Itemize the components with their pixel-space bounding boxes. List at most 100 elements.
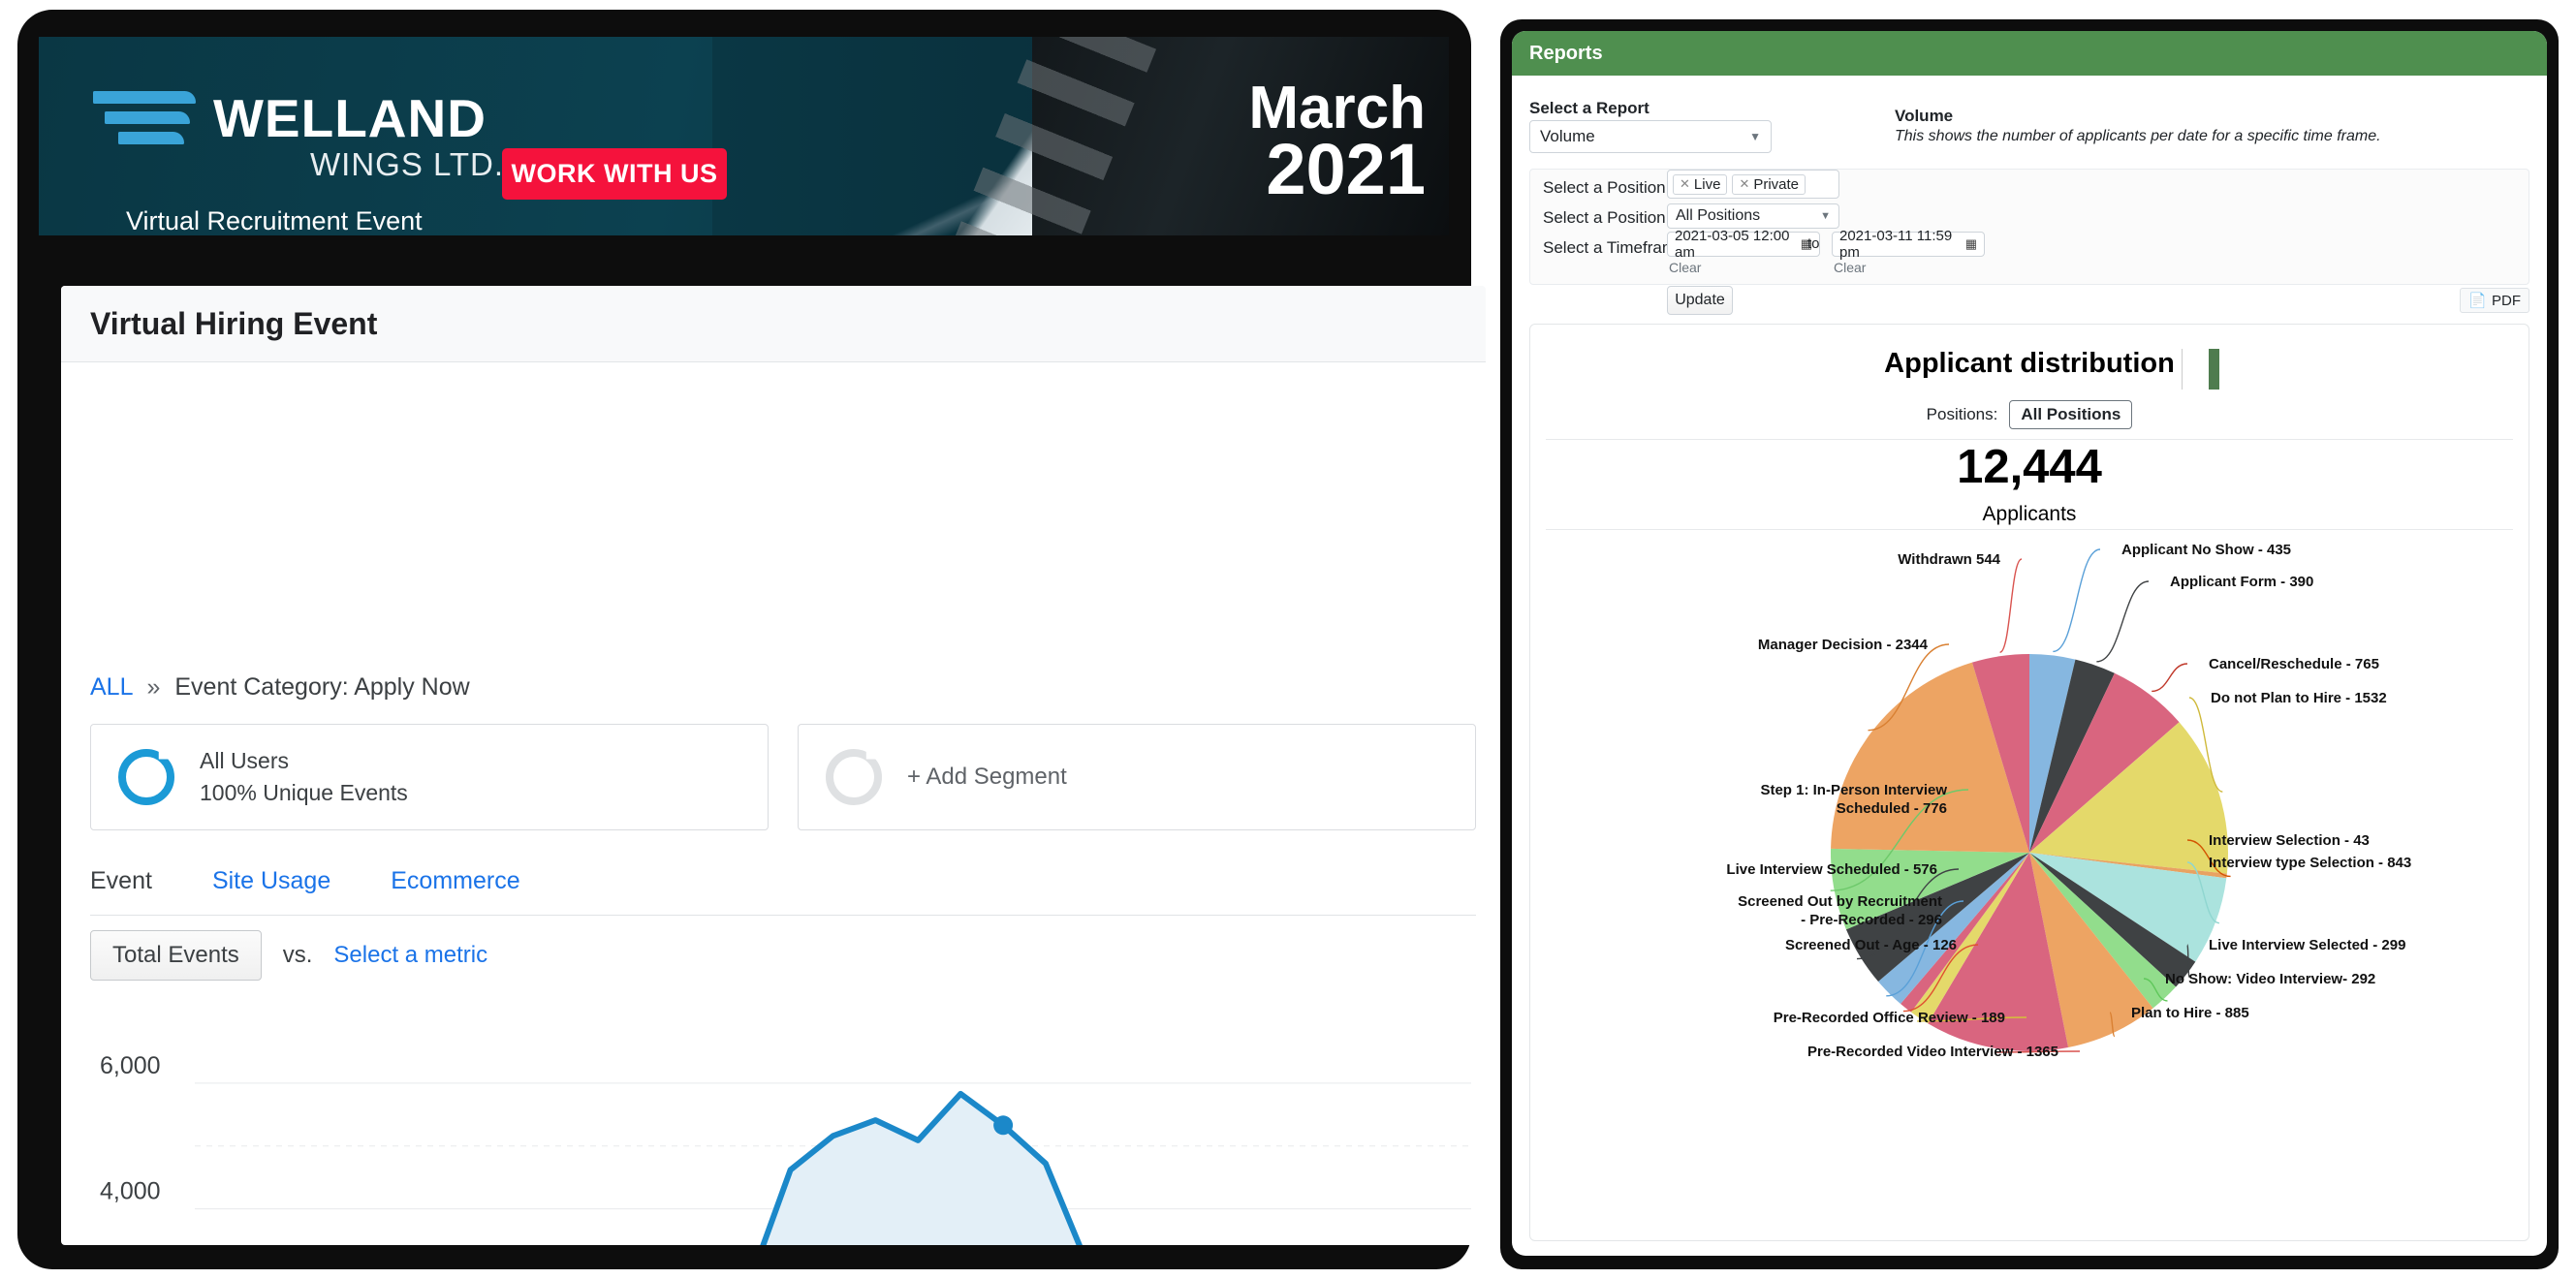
pie-slice-label: Live Interview Selected - 299: [2209, 937, 2405, 953]
y-tick-label: 4,000: [100, 1178, 161, 1205]
leader-line: [2152, 663, 2188, 693]
pie-slice-label: Live Interview Scheduled - 576: [1726, 861, 1937, 878]
banner-year: 2021: [1266, 129, 1426, 209]
tab-event[interactable]: Event: [90, 867, 152, 895]
report-description-title: Volume: [1895, 107, 1954, 125]
pdf-label: PDF: [2492, 292, 2521, 309]
update-button[interactable]: Update: [1667, 286, 1733, 315]
analytics-header: Virtual Hiring Event: [61, 286, 1486, 362]
banner-tagline: Virtual Recruitment Event: [126, 206, 423, 235]
chart-highlight-point: [993, 1115, 1014, 1136]
breadcrumb-separator: »: [146, 673, 161, 701]
brand-subtitle: WINGS LTD.: [310, 146, 505, 182]
segment-all-users[interactable]: All Users 100% Unique Events: [90, 724, 769, 830]
report-description-body: This shows the number of applicants per …: [1895, 128, 2381, 144]
page-title: Virtual Hiring Event: [90, 305, 378, 341]
pie-slice-label: No Show: Video Interview- 292: [2165, 971, 2375, 987]
positions-filter-row: Positions: All Positions: [1530, 400, 2529, 429]
select-report-label: Select a Report: [1529, 99, 1649, 117]
select-position-dropdown[interactable]: All Positions ▼: [1667, 203, 1839, 229]
timeframe-from-input[interactable]: 2021-03-05 12:00 am ▦: [1667, 228, 1820, 261]
positions-label: Positions:: [1926, 405, 1998, 423]
banner-month: March: [1248, 75, 1426, 141]
leader-line: [2053, 548, 2101, 653]
remove-chip-icon[interactable]: ✕: [1680, 176, 1690, 192]
analytics-window: WELLAND WINGS LTD. Virtual Recruitment E…: [17, 10, 1486, 1269]
pdf-export-button[interactable]: 📄 PDF: [2460, 288, 2529, 313]
pie-slice-label: Interview Selection - 43: [2209, 832, 2370, 849]
recruitment-banner: WELLAND WINGS LTD. Virtual Recruitment E…: [39, 37, 1449, 235]
status-indicator-bar: [2209, 349, 2219, 390]
select-report-value: Volume: [1540, 127, 1595, 145]
timeframe-to-value: 2021-03-11 11:59 pm: [1839, 228, 1953, 261]
chevron-down-icon: ▼: [1820, 210, 1831, 222]
leader-line: [2096, 580, 2150, 663]
clear-to-link[interactable]: Clear: [1834, 260, 1866, 275]
applicant-distribution-card: Applicant distribution Positions: All Po…: [1529, 324, 2529, 1241]
pie-slice-label: Pre-Recorded Video Interview - 1365: [1807, 1044, 2058, 1060]
segment-all-text: All Users 100% Unique Events: [200, 745, 408, 808]
pie-slice-label: Plan to Hire - 885: [2131, 1005, 2249, 1021]
applicant-distribution-pie-chart[interactable]: Applicant No Show - 435 Applicant Form - …: [1530, 533, 2529, 1231]
clear-from-link[interactable]: Clear: [1669, 260, 1701, 275]
reports-panel: Reports Select a Report Volume ▼ Volume …: [1512, 31, 2547, 1256]
segment-all-detail: 100% Unique Events: [200, 780, 408, 805]
select-position-value: All Positions: [1676, 207, 1761, 224]
positions-button[interactable]: All Positions: [2009, 400, 2133, 429]
chart-y-axis-labels: 2,0004,0006,000: [100, 1052, 161, 1205]
timeframe-separator: to: [1807, 235, 1820, 252]
pie-slice-label: Manager Decision - 2344: [1758, 637, 1929, 653]
tab-ecommerce[interactable]: Ecommerce: [391, 867, 519, 895]
remove-chip-icon[interactable]: ✕: [1739, 176, 1749, 192]
metric-vs-label: vs.: [282, 942, 313, 968]
chip-private[interactable]: ✕ Private: [1732, 173, 1806, 195]
report-tabs: Event Site Usage Ecommerce: [90, 867, 1476, 916]
reports-window: Reports Select a Report Volume ▼ Volume …: [1500, 19, 2559, 1269]
tab-site-usage[interactable]: Site Usage: [212, 867, 330, 895]
select-a-metric-link[interactable]: Select a metric: [333, 942, 487, 969]
pie-slice-label: Applicant Form - 390: [2170, 574, 2313, 590]
applicants-count: 12,444: [1957, 440, 2102, 493]
pie-slice-label: Cancel/Reschedule - 765: [2209, 656, 2379, 672]
timeframe-from-value: 2021-03-05 12:00 am: [1675, 228, 1790, 261]
reports-title: Reports: [1529, 42, 1603, 64]
chart-area-fill: [763, 1093, 1080, 1245]
select-position-label: Select a Position:: [1543, 208, 1671, 227]
events-area-chart[interactable]: 2,0004,0006,000: [90, 1003, 1476, 1245]
donut-placeholder-icon: [826, 749, 882, 805]
timeframe-to-input[interactable]: 2021-03-11 11:59 pm ▦: [1832, 228, 1985, 261]
pie-slice-label: Interview type Selection - 843: [2209, 855, 2411, 871]
total-events-button[interactable]: Total Events: [90, 930, 262, 981]
welland-wings-logo-icon: [93, 91, 198, 161]
metric-selector-row: Total Events vs. Select a metric: [90, 930, 487, 981]
position-status-input[interactable]: ✕ Live ✕ Private: [1667, 170, 1839, 199]
distribution-title: Applicant distribution: [1884, 348, 2175, 379]
chip-live-label: Live: [1693, 175, 1721, 193]
work-with-us-button[interactable]: WORK WITH US: [502, 148, 727, 200]
applicants-total-box: 12,444 Applicants: [1546, 439, 2513, 530]
brand-name: WELLAND: [213, 88, 487, 148]
y-tick-label: 6,000: [100, 1052, 161, 1079]
calendar-icon[interactable]: ▦: [1965, 236, 1977, 252]
donut-chart-icon: [118, 749, 174, 805]
title-divider: [2182, 349, 2183, 390]
chip-live[interactable]: ✕ Live: [1673, 173, 1728, 195]
leader-line: [1998, 558, 2023, 653]
pie-slice-label: Withdrawn 544: [1898, 551, 2000, 568]
applicants-label: Applicants: [1982, 502, 2077, 525]
segment-all-name: All Users: [200, 748, 290, 774]
reports-header: Reports: [1512, 31, 2547, 76]
breadcrumb: ALL » Event Category: Apply Now: [90, 673, 470, 702]
chip-private-label: Private: [1753, 175, 1800, 193]
add-segment-label: + Add Segment: [907, 764, 1067, 790]
pdf-icon: 📄: [2468, 293, 2487, 309]
breadcrumb-all-link[interactable]: ALL: [90, 673, 133, 701]
select-report-dropdown[interactable]: Volume ▼: [1529, 120, 1772, 153]
pie-slice-label: Pre-Recorded Office Review - 189: [1774, 1010, 2005, 1026]
breadcrumb-current: Event Category: Apply Now: [174, 673, 470, 701]
chevron-down-icon: ▼: [1749, 130, 1761, 143]
pie-slice-label: Applicant No Show - 435: [2121, 542, 2291, 558]
pie-slice-label: Screened Out - Age - 126: [1785, 937, 1957, 953]
add-segment-box[interactable]: + Add Segment: [798, 724, 1476, 830]
pie-slice-label: Do not Plan to Hire - 1532: [2211, 690, 2387, 706]
